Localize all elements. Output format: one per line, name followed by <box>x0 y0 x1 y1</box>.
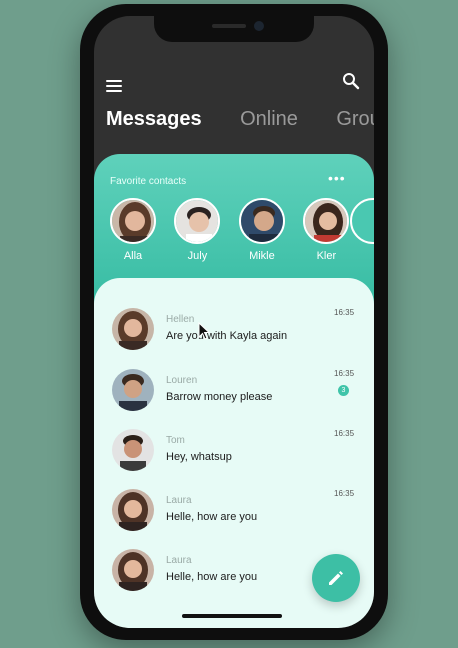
more-options-icon[interactable]: ••• <box>328 170 346 186</box>
avatar <box>112 489 154 531</box>
home-indicator <box>182 614 282 618</box>
unread-badge: 3 <box>338 385 349 396</box>
contact-name: Alla <box>123 250 143 262</box>
conversation-laura[interactable]: Laura Helle, how are you 16:35 <box>94 489 374 549</box>
message-time: 16:35 <box>334 308 355 317</box>
message-time: 16:35 <box>334 429 355 438</box>
avatar <box>174 198 221 244</box>
contact-name: July <box>187 250 208 262</box>
message-preview: Are you with Kayla again <box>166 330 288 342</box>
conversation-tom[interactable]: Tom Hey, whatsup 16:35 <box>94 429 374 489</box>
pencil-icon <box>329 571 343 585</box>
avatar <box>112 549 154 591</box>
search-icon[interactable] <box>342 72 360 90</box>
tab-online[interactable]: Online <box>240 108 298 131</box>
message-preview: Barrow money please <box>166 391 273 403</box>
avatar <box>238 198 285 244</box>
avatar <box>112 369 154 411</box>
avatar <box>110 198 156 244</box>
message-preview: Helle, how are you <box>166 511 258 523</box>
tab-bar: Messages Online Grou <box>106 108 374 131</box>
tab-messages[interactable]: Messages <box>106 108 202 131</box>
avatar <box>112 308 154 350</box>
conversation-hellen[interactable]: Hellen Are you with Kayla again 16:35 <box>94 308 374 368</box>
mouse-cursor-icon <box>198 322 210 340</box>
favorite-contact-mikle[interactable]: Mikle <box>238 198 285 262</box>
conversation-louren[interactable]: Louren Barrow money please 16:35 3 <box>94 369 374 429</box>
sender-name: Laura <box>166 555 192 566</box>
favorite-contacts-title: Favorite contacts <box>110 176 187 187</box>
avatar <box>112 429 154 471</box>
favorite-contact-july[interactable]: July <box>174 198 221 262</box>
app-screen: Messages Online Grou Favorite contacts •… <box>94 16 374 628</box>
menu-icon[interactable] <box>106 80 122 94</box>
favorite-contacts-list: Alla July Mikle Kler <box>110 198 363 262</box>
sender-name: Tom <box>166 435 185 446</box>
message-preview: Helle, how are you <box>166 571 258 583</box>
favorite-contact-kler[interactable]: Kler <box>303 198 350 262</box>
favorite-contact-alla[interactable]: Alla <box>110 198 156 262</box>
message-time: 16:35 <box>334 369 355 378</box>
speaker <box>212 24 246 28</box>
camera <box>254 21 264 31</box>
sender-name: Hellen <box>166 314 195 325</box>
contact-name: Mikle <box>249 250 275 262</box>
message-preview: Hey, whatsup <box>166 451 232 463</box>
notch <box>154 16 314 42</box>
message-time: 16:35 <box>334 489 355 498</box>
avatar <box>303 198 350 244</box>
compose-button[interactable] <box>312 554 360 602</box>
contact-name: Kler <box>316 250 337 262</box>
tab-groups[interactable]: Grou <box>336 108 374 131</box>
sender-name: Laura <box>166 495 192 506</box>
sender-name: Louren <box>166 375 198 386</box>
